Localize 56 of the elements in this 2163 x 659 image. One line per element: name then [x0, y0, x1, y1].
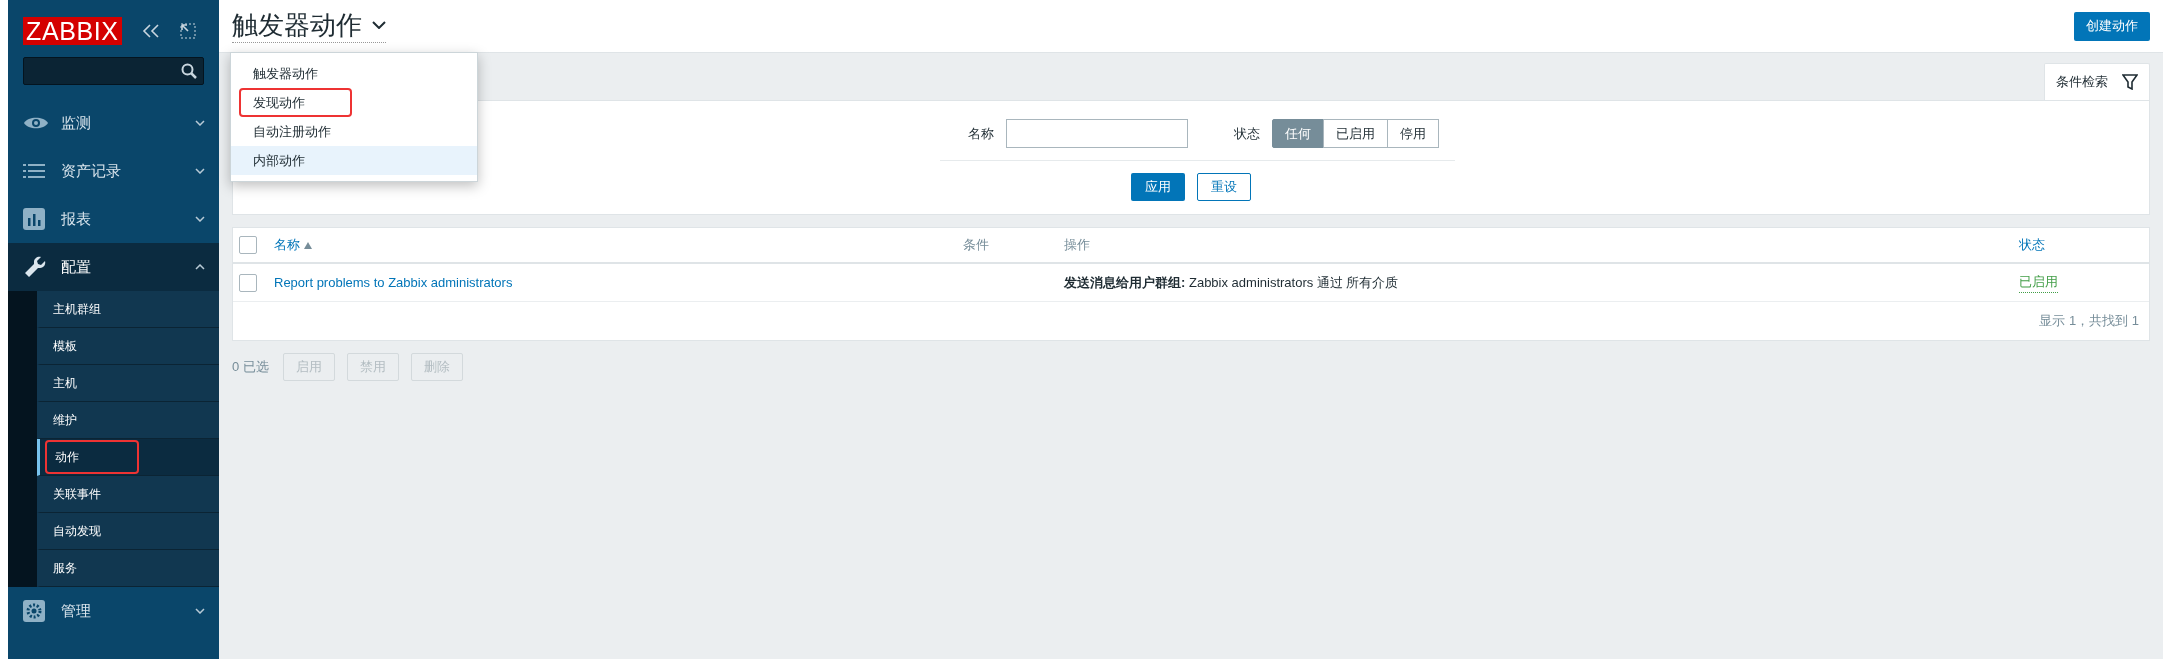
- logo[interactable]: ZABBIX: [23, 17, 122, 45]
- create-action-button[interactable]: 创建动作: [2074, 11, 2150, 41]
- submenu-item[interactable]: 关联事件: [37, 476, 219, 513]
- eye-icon: [23, 115, 49, 131]
- menu-section[interactable]: 监测: [8, 99, 219, 147]
- name-input[interactable]: [1005, 119, 1188, 148]
- search-field[interactable]: [23, 57, 204, 85]
- filter-tab[interactable]: 条件检索: [2044, 63, 2150, 100]
- status-link[interactable]: 已启用: [2019, 272, 2058, 293]
- dropdown-item[interactable]: 发现动作: [231, 88, 477, 117]
- gear-icon: [23, 600, 45, 622]
- expand-icon[interactable]: [179, 23, 196, 39]
- page-title-dropdown[interactable]: 触发器动作: [232, 7, 386, 43]
- chevron-down-icon: [372, 20, 386, 29]
- filter-icon: [2122, 74, 2138, 90]
- collapse-icon[interactable]: [141, 24, 160, 38]
- column-header: 操作: [1064, 236, 1091, 255]
- wrench-icon: [23, 255, 47, 279]
- status-option[interactable]: 停用: [1386, 119, 1439, 148]
- bar-chart-icon: [23, 208, 45, 230]
- name-label: 名称: [967, 124, 994, 143]
- submenu-item[interactable]: 维护: [37, 402, 219, 439]
- table-summary: 显示 1，共找到 1: [2039, 312, 2139, 331]
- submenu-item[interactable]: 动作: [37, 439, 219, 476]
- column-header[interactable]: 状态: [2019, 235, 2045, 255]
- search-icon: [181, 63, 197, 79]
- action-name-link[interactable]: Report problems to Zabbix administrators: [274, 272, 1064, 293]
- submenu-item[interactable]: 自动发现: [37, 513, 219, 550]
- select-all-checkbox[interactable]: [239, 236, 257, 254]
- menu-section[interactable]: 管理: [8, 587, 219, 635]
- chevron-up-icon: [195, 264, 205, 270]
- selected-count: 0 已选: [232, 358, 269, 377]
- chevron-down-icon: [195, 168, 205, 174]
- apply-button[interactable]: 应用: [1131, 173, 1185, 201]
- column-header[interactable]: 名称: [274, 235, 963, 255]
- dropdown-item[interactable]: 触发器动作: [231, 59, 477, 88]
- submenu-item[interactable]: 模板: [37, 328, 219, 365]
- operation-cell-text: 发送消息给用户群组: Zabbix administrators 通过 所有介质: [1064, 273, 1400, 292]
- submenu-item[interactable]: 主机: [37, 365, 219, 402]
- dropdown-item[interactable]: 内部动作: [231, 146, 477, 175]
- menu-section[interactable]: 报表: [8, 195, 219, 243]
- menu-section[interactable]: 配置: [8, 243, 219, 291]
- menu-section[interactable]: 资产记录: [8, 147, 219, 195]
- submenu-item[interactable]: 服务: [37, 550, 219, 587]
- sort-ascending-icon: [304, 241, 312, 249]
- row-checkbox[interactable]: [239, 273, 257, 292]
- submenu-item[interactable]: 主机群组: [37, 291, 219, 328]
- status-option[interactable]: 已启用: [1322, 119, 1388, 148]
- column-header: 条件: [963, 236, 990, 255]
- dropdown-item[interactable]: 自动注册动作: [231, 117, 477, 146]
- chevron-down-icon: [195, 608, 205, 614]
- chevron-down-icon: [195, 120, 205, 126]
- list-icon: [23, 164, 45, 178]
- status-label: 状态: [1233, 124, 1260, 143]
- reset-button[interactable]: 重设: [1197, 173, 1251, 201]
- chevron-down-icon: [195, 216, 205, 222]
